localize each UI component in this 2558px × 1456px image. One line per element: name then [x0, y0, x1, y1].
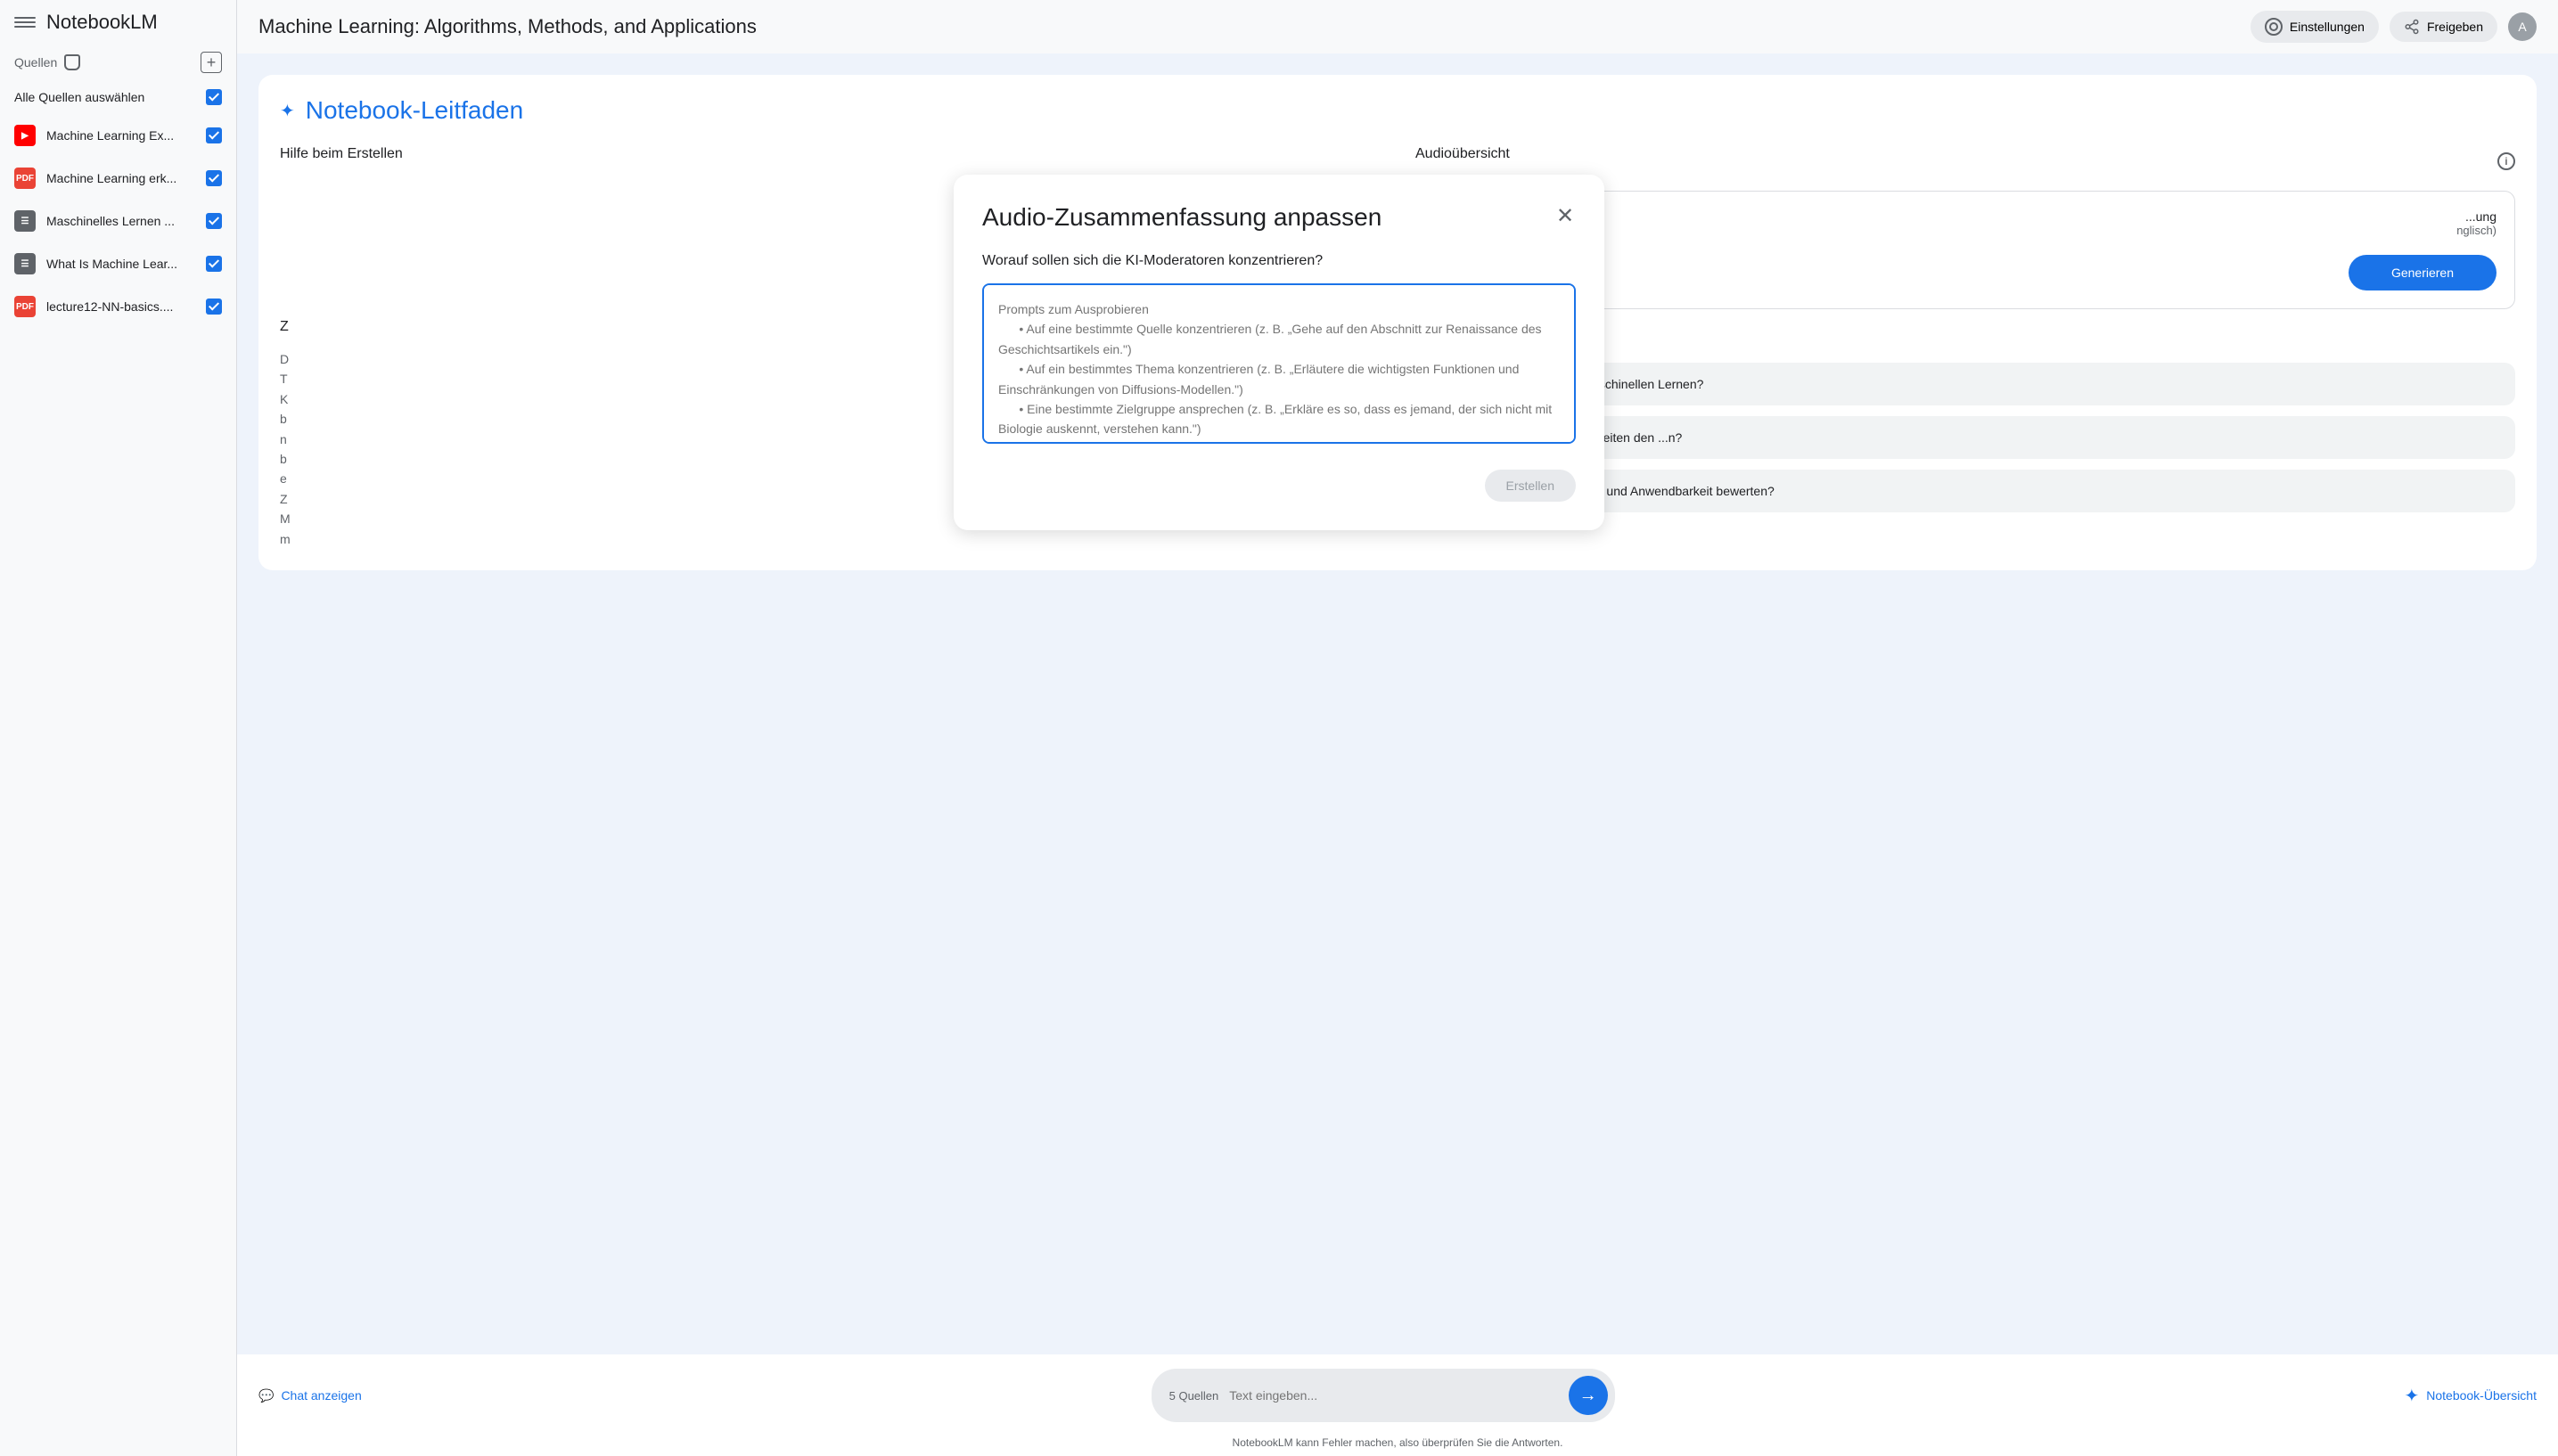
modal-title: Audio-Zusammenfassung anpassen: [982, 203, 1381, 232]
modal-footer: Erstellen: [982, 470, 1576, 502]
modal-header: Audio-Zusammenfassung anpassen ✕: [982, 203, 1576, 232]
modal-textarea[interactable]: [982, 283, 1576, 444]
create-button[interactable]: Erstellen: [1485, 470, 1576, 502]
modal-overlay: Audio-Zusammenfassung anpassen ✕ Worauf …: [0, 0, 2558, 1456]
modal-label: Worauf sollen sich die KI-Moderatoren ko…: [982, 253, 1576, 269]
close-button[interactable]: ✕: [1554, 203, 1576, 225]
modal: Audio-Zusammenfassung anpassen ✕ Worauf …: [954, 175, 1604, 530]
